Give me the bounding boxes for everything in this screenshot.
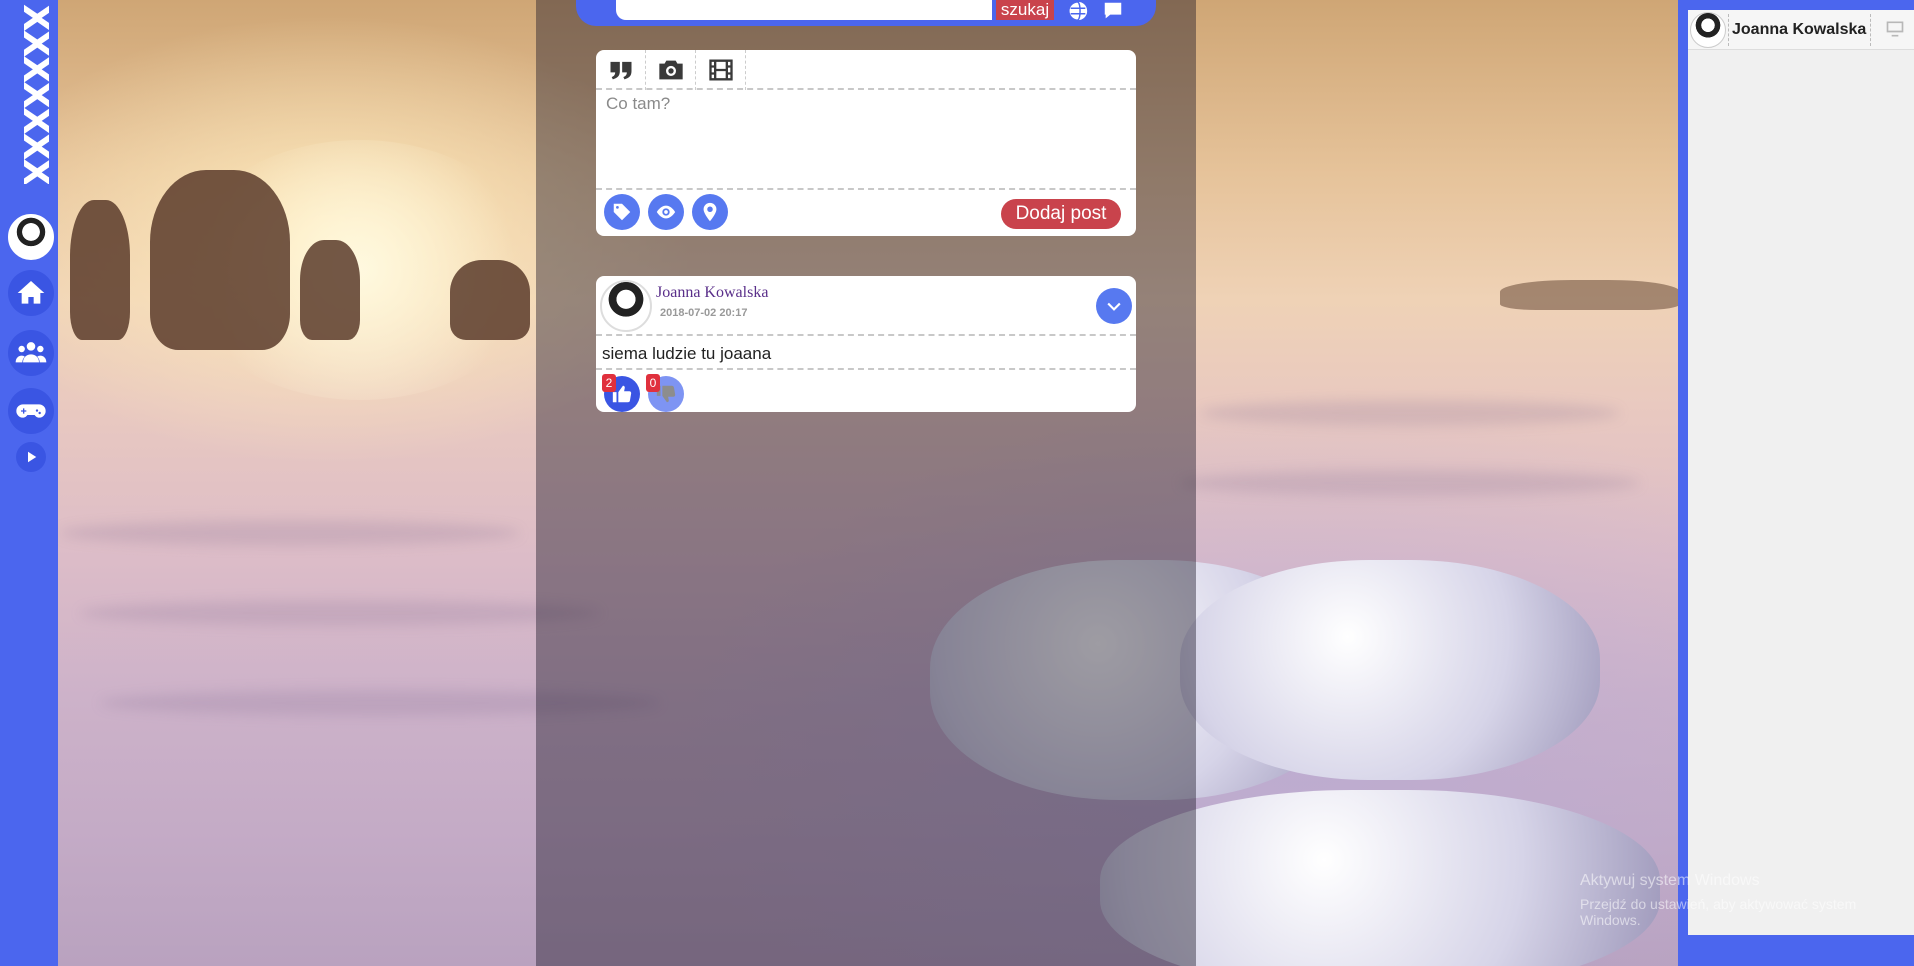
post-actions: 2 0 xyxy=(596,368,1136,412)
app-logo[interactable]: XXXXXXX xyxy=(9,4,49,184)
add-post-button[interactable]: Dodaj post xyxy=(1001,199,1121,229)
windows-activation-text: Przejdź do ustawień, aby aktywować syste… xyxy=(1580,896,1857,928)
add-location-button[interactable] xyxy=(692,194,728,230)
chevron-down-icon xyxy=(1107,302,1121,311)
post-card: Joanna Kowalska 2018-07-02 20:17 siema l… xyxy=(596,276,1136,412)
contact-status xyxy=(1882,18,1908,40)
notifications-button[interactable] xyxy=(1066,0,1090,22)
snow-shadow xyxy=(80,600,600,626)
post-date: 2018-07-02 20:17 xyxy=(660,307,748,319)
add-tag-button[interactable] xyxy=(604,194,640,230)
post-author-avatar[interactable] xyxy=(600,280,652,332)
tree xyxy=(70,200,130,340)
camera-icon xyxy=(658,60,683,80)
post-author-name[interactable]: Joanna Kowalska xyxy=(656,284,768,302)
snow-covered-tree xyxy=(1180,560,1600,780)
search-button[interactable]: szukaj xyxy=(996,0,1054,20)
divider xyxy=(1870,14,1871,46)
nav-games-button[interactable] xyxy=(8,388,54,434)
contacts-panel: Joanna Kowalska xyxy=(1688,10,1914,935)
post-header: Joanna Kowalska 2018-07-02 20:17 xyxy=(596,276,1136,336)
tag-icon xyxy=(613,203,631,221)
tree xyxy=(300,240,360,340)
contact-avatar xyxy=(1690,12,1726,48)
snow-shadow xyxy=(1180,470,1640,496)
snow-shadow xyxy=(1200,400,1620,426)
post-content: siema ludzie tu joaana xyxy=(602,344,772,363)
nav-home-button[interactable] xyxy=(8,270,54,316)
globe-icon xyxy=(1068,1,1088,21)
tab-video[interactable] xyxy=(696,50,746,90)
home-icon xyxy=(17,281,45,304)
post-text-input[interactable] xyxy=(596,90,1136,188)
post-options-button[interactable] xyxy=(1096,288,1132,324)
composer-tabs xyxy=(596,50,1136,90)
film-icon xyxy=(708,59,733,81)
top-search-bar: szukaj xyxy=(576,0,1156,26)
composer-footer: Dodaj post xyxy=(596,188,1136,236)
monitor-icon xyxy=(1886,21,1904,37)
visibility-button[interactable] xyxy=(648,194,684,230)
tree xyxy=(450,260,530,340)
tree xyxy=(150,170,290,350)
user-avatar[interactable] xyxy=(8,214,54,260)
location-icon xyxy=(703,202,717,222)
dislike-count: 0 xyxy=(646,374,660,392)
post-composer: Dodaj post xyxy=(596,50,1136,236)
tab-quote[interactable] xyxy=(596,50,646,90)
users-icon xyxy=(15,342,47,363)
left-sidebar: XXXXXXX xyxy=(0,0,58,966)
contact-name: Joanna Kowalska xyxy=(1732,21,1867,38)
like-count: 2 xyxy=(602,374,616,392)
windows-activation-title: Aktywuj system Windows xyxy=(1580,872,1760,889)
play-icon xyxy=(28,451,37,463)
sidebar-expand-button[interactable] xyxy=(16,442,46,472)
eye-icon xyxy=(656,205,676,219)
snow-shadow xyxy=(60,520,520,546)
divider xyxy=(1728,14,1729,46)
gamepad-icon xyxy=(16,404,46,418)
messages-button[interactable] xyxy=(1100,0,1126,23)
tree xyxy=(1500,280,1680,310)
nav-friends-button[interactable] xyxy=(8,330,54,376)
chat-icon xyxy=(1104,2,1122,19)
tab-photo[interactable] xyxy=(646,50,696,90)
search-input[interactable] xyxy=(616,0,992,20)
contact-item[interactable]: Joanna Kowalska xyxy=(1688,10,1914,50)
quote-icon xyxy=(610,61,631,80)
